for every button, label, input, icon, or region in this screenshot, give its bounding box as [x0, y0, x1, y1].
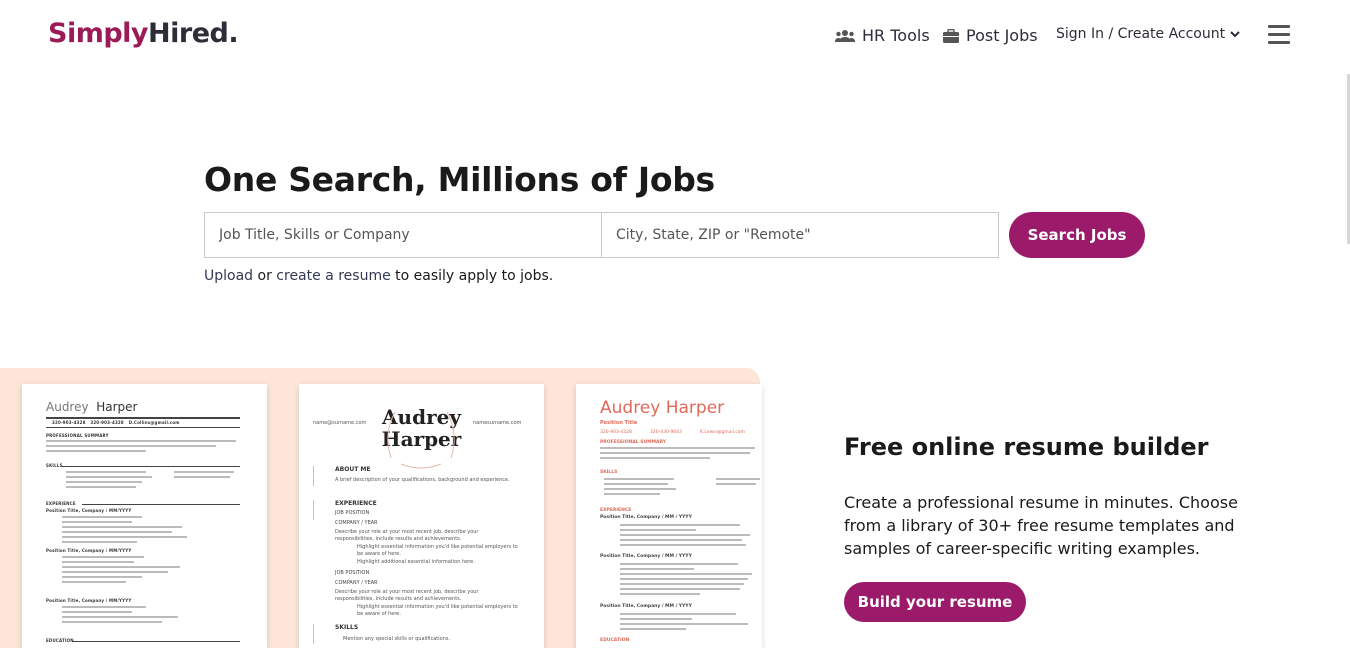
section-label: EXPERIENCE	[46, 501, 76, 506]
resume-sample-card[interactable]: Audrey Harper 320-903-4328 320-903-4328 …	[22, 384, 267, 648]
section-label: EXPERIENCE	[600, 508, 632, 513]
hero-title: One Search, Millions of Jobs	[204, 160, 715, 199]
section-label: SKILLS	[335, 624, 359, 631]
post-jobs-label: Post Jobs	[966, 26, 1038, 45]
sign-in-dropdown[interactable]: Sign In / Create Account	[1056, 26, 1247, 42]
create-resume-link[interactable]: create a resume	[276, 268, 390, 284]
simplyhired-logo[interactable]: SimplyHired.	[48, 18, 239, 49]
logo-dot: .	[228, 18, 239, 49]
hamburger-menu-icon[interactable]	[1268, 25, 1290, 45]
post-jobs-link[interactable]: Post Jobs	[943, 26, 1038, 45]
floral-wreath-icon	[387, 411, 455, 469]
logo-simply: Simply	[48, 18, 149, 49]
section-label: PROFESSIONAL SUMMARY	[46, 433, 109, 438]
or-text: or	[253, 268, 277, 284]
divider	[46, 417, 240, 419]
section-label: EDUCATION	[600, 638, 630, 643]
location-input[interactable]	[601, 212, 999, 258]
resume-contact: 320-903-4328 320-903-4328 D.Collins@gmai…	[52, 420, 180, 425]
resume-name: Audrey Harper	[600, 398, 725, 418]
section-label: EXPERIENCE	[335, 500, 377, 507]
section-label: SKILLS	[600, 470, 618, 475]
build-resume-button[interactable]: Build your resume	[844, 582, 1026, 622]
hr-tools-label: HR Tools	[862, 26, 930, 45]
hr-tools-link[interactable]: HR Tools	[835, 26, 930, 45]
section-label: ABOUT ME	[335, 466, 371, 473]
resume-builder-description: Create a professional resume in minutes.…	[844, 493, 1238, 558]
resume-sample-card[interactable]: Audrey Harper Position Title 320-903-432…	[576, 384, 762, 648]
site-header: SimplyHired. HR Tools Post Jobs Sign In …	[0, 0, 1350, 74]
users-icon	[835, 29, 855, 42]
resume-name: Audrey Harper	[46, 400, 138, 414]
search-jobs-button[interactable]: Search Jobs	[1009, 212, 1145, 258]
upload-resume-line: Upload or create a resume to easily appl…	[204, 268, 553, 284]
section-label: EDUCATION	[46, 638, 74, 643]
chevron-down-icon	[1230, 31, 1240, 38]
divider	[46, 427, 240, 428]
resume-sample-card[interactable]: name@surname.com namesurname.com Audrey …	[299, 384, 544, 648]
resume-builder-title: Free online resume builder	[844, 433, 1209, 461]
upload-tail-text: to easily apply to jobs.	[390, 268, 554, 284]
section-label: SKILLS	[46, 463, 63, 468]
briefcase-icon	[943, 28, 959, 43]
section-label: PROFESSIONAL SUMMARY	[600, 440, 667, 445]
logo-hired: Hired	[148, 18, 229, 49]
job-title-input[interactable]	[204, 212, 602, 258]
sign-in-label: Sign In / Create Account	[1056, 26, 1226, 42]
upload-link[interactable]: Upload	[204, 268, 253, 284]
